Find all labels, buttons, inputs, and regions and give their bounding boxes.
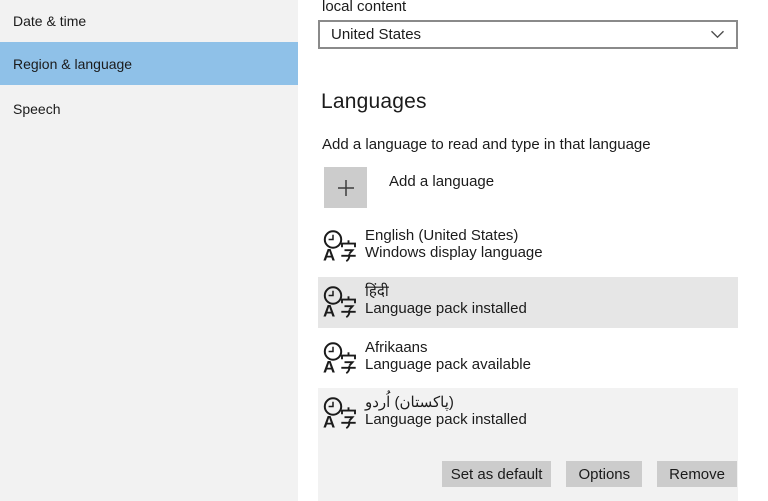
settings-sidebar: Date & time Region & language Speech [0,0,298,501]
sidebar-item-label: Date & time [13,13,87,29]
settings-region-language-page: Date & time Region & language Speech loc… [0,0,768,501]
sidebar-item-label: Region & language [13,55,133,72]
plus-icon [324,167,367,208]
svg-text:A: A [323,302,335,319]
svg-text:A: A [323,358,335,375]
language-name: हिंदी [365,283,389,300]
language-characters-icon: A [322,341,358,377]
language-characters-icon: A [322,229,358,265]
country-dropdown[interactable]: United States [318,20,738,49]
remove-button[interactable]: Remove [657,461,737,487]
language-status: Language pack installed [365,410,527,428]
languages-heading: Languages [321,90,427,113]
language-status: Language pack installed [365,299,527,317]
options-button[interactable]: Options [566,461,643,487]
country-dropdown-value: United States [331,26,422,43]
language-tile-urdu[interactable]: A اُردو‎ (پاکستان) Language pack install… [318,388,738,501]
language-name: Afrikaans [365,339,428,356]
sidebar-item-speech[interactable]: Speech [0,87,298,131]
sidebar-item-label: Speech [13,101,61,117]
language-status: Language pack available [365,355,531,373]
svg-text:A: A [323,413,335,430]
sidebar-item-region-language[interactable]: Region & language [0,42,298,85]
language-name: اُردو‎ (پاکستان) [365,394,454,411]
sidebar-item-date-time[interactable]: Date & time [0,0,298,42]
languages-description: Add a language to read and type in that … [322,136,651,153]
language-characters-icon: A [322,396,358,432]
set-as-default-button[interactable]: Set as default [441,461,552,487]
language-tile-afrikaans[interactable]: A Afrikaans Language pack available [318,333,738,384]
chevron-down-icon [710,30,725,39]
language-tile-hindi[interactable]: A हिंदी Language pack installed [318,277,738,328]
language-name: English (United States) [365,227,519,244]
language-characters-icon: A [322,285,358,321]
country-description-fragment: local content [322,0,407,15]
add-language-button[interactable]: Add a language [324,167,494,208]
language-actions: Set as default Options Remove [441,461,737,487]
svg-text:A: A [323,246,335,263]
add-language-label: Add a language [389,173,495,190]
language-status: Windows display language [365,243,543,261]
language-tile-english[interactable]: A English (United States) Windows displa… [318,221,738,272]
